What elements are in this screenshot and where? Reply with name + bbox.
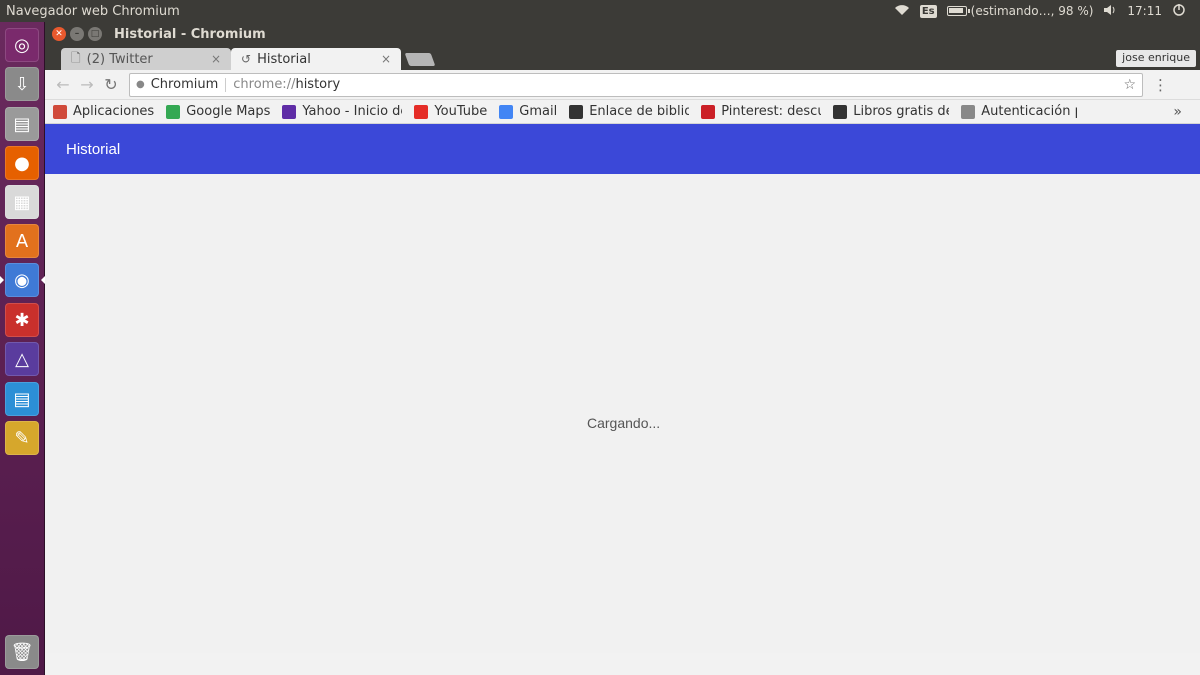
apps-icon: [53, 104, 67, 119]
bookmark-star-icon[interactable]: ☆: [1123, 77, 1136, 93]
bookmark-label: Libros gratis de: [853, 104, 950, 119]
browser-window: ✕ – □ Historial - Chromium 🗋 (2) Twitter…: [45, 22, 1200, 675]
pinterest-icon: [701, 104, 716, 119]
bookmark-label: Enlace de bibliot: [589, 104, 690, 119]
clock[interactable]: 17:11: [1127, 4, 1162, 18]
books-icon: [833, 104, 848, 119]
maps-icon: [166, 104, 181, 119]
maximize-window-button[interactable]: □: [88, 27, 102, 41]
history-icon: ↺: [241, 52, 252, 66]
battery-text: (estimando…, 98 %): [970, 4, 1094, 18]
profile-button[interactable]: jose enrique: [1116, 50, 1196, 67]
toolbar: ← → ↻ ● Chromium chrome:// history ☆ ⋮: [45, 70, 1200, 100]
writer-icon[interactable]: ▤: [5, 382, 39, 416]
files-icon[interactable]: ▤: [5, 107, 39, 141]
bookmark-item[interactable]: Aplicaciones: [53, 104, 154, 119]
software-center-icon[interactable]: A: [5, 224, 39, 258]
battery-fill: [948, 8, 964, 13]
bookmark-item[interactable]: YouTube: [414, 104, 487, 119]
origin-chip: Chromium: [150, 77, 219, 92]
tab-label: Historial: [257, 51, 311, 67]
settings-icon[interactable]: ✱: [5, 303, 39, 337]
page-header: Historial: [45, 124, 1200, 174]
url-path: history: [295, 77, 341, 92]
bookmarks-bar: Aplicaciones Google Maps Yahoo - Inicio de…: [45, 100, 1200, 124]
page-icon: [961, 104, 976, 119]
bookmark-label: Aplicaciones: [73, 104, 155, 119]
bookmark-item[interactable]: Gmail: [499, 104, 557, 119]
bookmark-item[interactable]: Yahoo - Inicio de: [282, 104, 402, 119]
forward-button[interactable]: →: [75, 73, 99, 97]
indicator-area: Es (estimando…, 98 %) 17:11: [894, 3, 1200, 20]
close-window-button[interactable]: ✕: [52, 27, 66, 41]
top-panel: Navegador web Chromium Es (estimando…, 9…: [0, 0, 1200, 22]
downloads-icon[interactable]: ⇩: [5, 67, 39, 101]
keyboard-layout-indicator[interactable]: Es: [919, 4, 937, 18]
chromium-icon[interactable]: ◉: [5, 263, 39, 297]
active-app-indicator: [0, 276, 4, 284]
bookmark-label: Google Maps: [186, 104, 271, 119]
bookmark-label: Pinterest: descu: [721, 104, 822, 119]
impress-icon[interactable]: ▦: [5, 185, 39, 219]
page-icon: 🗋: [71, 50, 81, 65]
new-tab-button[interactable]: [404, 53, 436, 66]
battery-indicator[interactable]: (estimando…, 98 %): [946, 4, 1094, 18]
page-title: Historial: [66, 140, 121, 158]
close-tab-icon[interactable]: ×: [211, 52, 221, 66]
yahoo-icon: [282, 104, 297, 119]
bookmark-label: Yahoo - Inicio de: [302, 104, 403, 119]
cleaner-icon[interactable]: ✎: [5, 421, 39, 455]
book-icon: [569, 104, 584, 119]
tab-strip: 🗋 (2) Twitter × ↺ Historial × jose enriq…: [45, 46, 1200, 70]
back-button[interactable]: ←: [51, 73, 75, 97]
bookmark-item[interactable]: Autenticación p: [961, 104, 1077, 119]
trash-icon[interactable]: 🗑: [5, 635, 39, 669]
volume-icon[interactable]: [1103, 4, 1117, 19]
minimize-window-button[interactable]: –: [70, 27, 84, 41]
youtube-icon: [414, 104, 429, 119]
tab-label: (2) Twitter: [86, 51, 153, 67]
bookmark-item[interactable]: Enlace de bibliot: [569, 104, 689, 119]
menu-icon[interactable]: ⋮: [1153, 76, 1168, 94]
bookmark-item[interactable]: Libros gratis de: [833, 104, 949, 119]
bookmark-item[interactable]: Pinterest: descu: [701, 104, 821, 119]
tab-twitter[interactable]: 🗋 (2) Twitter ×: [61, 48, 231, 70]
url-scheme: chrome://: [233, 77, 296, 92]
page-content: Cargando...: [45, 174, 1200, 653]
bookmark-label: Autenticación p: [981, 104, 1078, 119]
close-tab-icon[interactable]: ×: [381, 52, 391, 66]
battery-icon: [946, 6, 970, 16]
ubuntu-dash-icon[interactable]: ◎: [5, 28, 39, 62]
app-title: Navegador web Chromium: [6, 3, 180, 19]
bookmark-item[interactable]: Google Maps: [166, 104, 270, 119]
launcher: ◎ ⇩ ▤ ● ▦ A ◉ ✱ △ ▤ ✎ 🗑: [0, 22, 45, 675]
loading-text: Cargando...: [587, 415, 661, 431]
wifi-icon[interactable]: [894, 4, 910, 19]
chromium-page-icon: ●: [136, 79, 145, 90]
arduino-icon[interactable]: △: [5, 342, 39, 376]
window-titlebar[interactable]: ✕ – □ Historial - Chromium: [45, 22, 1200, 46]
bookmark-label: Gmail: [519, 104, 558, 119]
system-menu-icon[interactable]: [1172, 3, 1186, 20]
tab-historial[interactable]: ↺ Historial ×: [231, 48, 401, 70]
more-bookmarks-icon[interactable]: »: [1173, 104, 1182, 120]
reload-button[interactable]: ↻: [99, 73, 123, 97]
google-icon: [499, 104, 514, 119]
bookmark-label: YouTube: [434, 104, 488, 119]
omnibox-separator: [225, 77, 227, 92]
address-bar[interactable]: ● Chromium chrome:// history ☆: [129, 72, 1143, 97]
firefox-icon[interactable]: ●: [5, 146, 39, 180]
window-title: Historial - Chromium: [114, 26, 266, 42]
